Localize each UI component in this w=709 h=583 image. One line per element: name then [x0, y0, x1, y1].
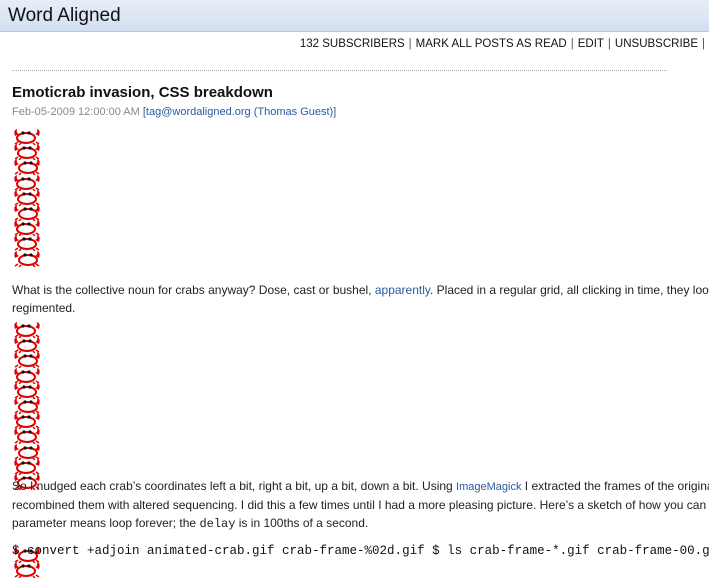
separator: | — [570, 38, 574, 50]
separator: | — [607, 38, 611, 50]
author-link[interactable]: [tag@wordaligned.org (Thomas Guest)] — [143, 106, 336, 118]
paragraph-text: recombined them with altered sequencing.… — [12, 498, 707, 512]
crab-icon — [12, 249, 42, 268]
paragraph-text: I extracted the frames of the origina — [521, 479, 709, 493]
separator: | — [702, 38, 705, 50]
inline-code: delay — [199, 517, 236, 531]
paragraph-text: is in 100ths of a second. — [235, 516, 369, 530]
paragraph-text: regimented. — [12, 301, 76, 315]
paragraph-text: . Placed in a regular grid, all clicking… — [430, 283, 709, 297]
edit-link[interactable]: EDIT — [578, 38, 604, 50]
apparently-link[interactable]: apparently — [375, 283, 430, 297]
post-meta: Feb-05-2009 12:00:00 AM [tag@wordaligned… — [12, 106, 336, 118]
mark-all-read-link[interactable]: MARK ALL POSTS AS READ — [416, 38, 567, 50]
app-title: Word Aligned — [8, 5, 121, 26]
feed-actions: 132 SUBSCRIBERS | MARK ALL POSTS AS READ | E… — [300, 38, 709, 50]
crab-icon — [12, 560, 42, 579]
paragraph-text: parameter means loop forever; the — [12, 516, 200, 530]
post-title[interactable]: Emoticrab invasion, CSS breakdown — [12, 84, 273, 101]
paragraph-2: So I nudged each crab’s coordinates left… — [12, 477, 709, 533]
subscribers-link[interactable]: 132 SUBSCRIBERS — [300, 38, 405, 50]
paragraph-text: So I nudged each crab’s coordinates left… — [12, 479, 457, 493]
paragraph-1: What is the collective noun for crabs an… — [12, 281, 709, 317]
code-block: $ convert +adjoin animated-crab.gif crab… — [12, 544, 709, 558]
divider — [12, 70, 667, 71]
paragraph-text: What is the collective noun for crabs an… — [12, 283, 375, 297]
unsubscribe-link[interactable]: UNSUBSCRIBE — [615, 38, 698, 50]
imagemagick-link[interactable]: ImageMagick — [456, 481, 521, 493]
post-date: Feb-05-2009 12:00:00 AM — [12, 106, 140, 118]
title-bar: Word Aligned — [0, 0, 709, 32]
separator: | — [408, 38, 412, 50]
